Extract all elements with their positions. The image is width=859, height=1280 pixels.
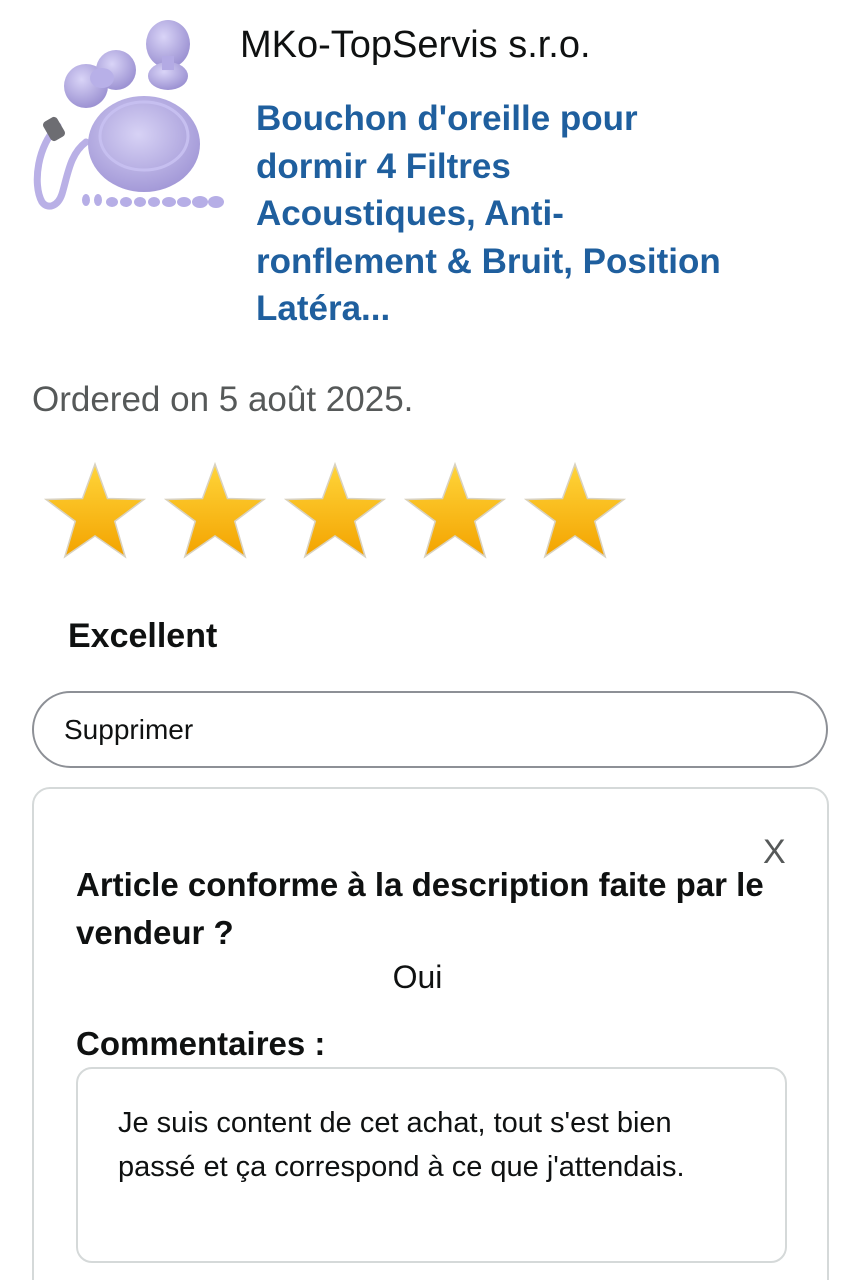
seller-feedback-card: X Article conforme à la description fait…: [32, 787, 829, 1280]
delete-button[interactable]: Supprimer: [32, 691, 828, 768]
star-icon[interactable]: [516, 460, 634, 564]
star-icon[interactable]: [36, 460, 154, 564]
comment-text: Je suis content de cet achat, tout s'est…: [76, 1067, 787, 1263]
comments-label: Commentaires :: [76, 1025, 326, 1062]
feedback-question: Article conforme à la description faite …: [76, 866, 764, 951]
delete-button-label: Supprimer: [64, 713, 194, 745]
feedback-answer: Oui: [392, 959, 443, 995]
earplugs-image: [33, 20, 224, 210]
order-date: Ordered on 5 août 2025.: [32, 380, 414, 419]
star-icon[interactable]: [396, 460, 514, 564]
rating-label: Excellent: [68, 617, 218, 655]
product-image[interactable]: [28, 14, 228, 214]
star-rating: [36, 460, 634, 564]
star-icon[interactable]: [156, 460, 274, 564]
seller-name: MKo-TopServis s.r.o.: [240, 24, 591, 66]
product-title-link[interactable]: Bouchon d'oreille pour dormir 4 Filtres …: [256, 95, 726, 333]
star-icon[interactable]: [276, 460, 394, 564]
review-page: MKo-TopServis s.r.o. Bouchon d'oreille p…: [0, 0, 859, 1280]
